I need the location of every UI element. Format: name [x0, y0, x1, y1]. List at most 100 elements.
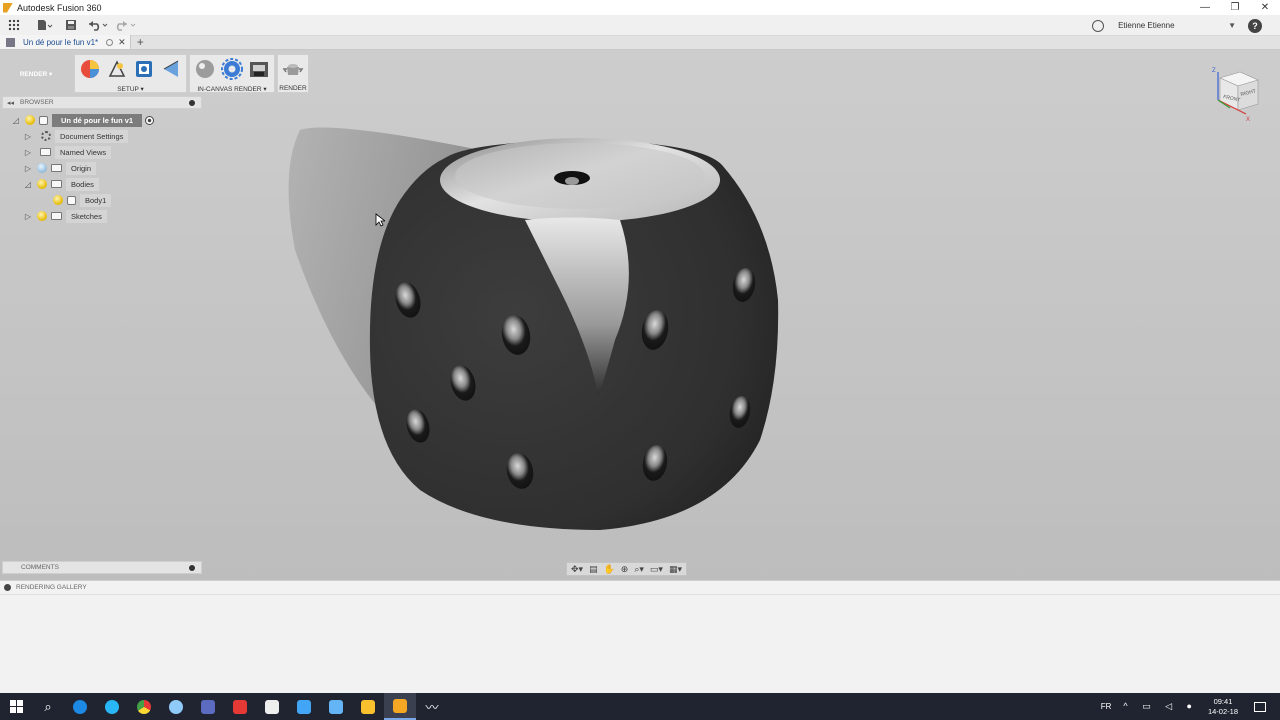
tree-item-origin[interactable]: ▷ Origin [2, 160, 202, 176]
system-tray: FR ^ ▭ ◁ ● 09:41 14-02-18 [1101, 693, 1280, 720]
clock[interactable]: 09:41 14-02-18 [1208, 697, 1238, 717]
close-window-button[interactable]: ✕ [1250, 0, 1280, 15]
visibility-bulb-icon[interactable] [25, 115, 35, 125]
window-title: Autodesk Fusion 360 [17, 2, 102, 13]
texture-map-icon[interactable] [160, 58, 182, 80]
pen-app-icon[interactable]: 〰 [416, 693, 448, 720]
save-button[interactable] [58, 15, 84, 36]
blue-app-icon[interactable] [288, 693, 320, 720]
chrome-icon[interactable] [128, 693, 160, 720]
file-explorer-icon[interactable] [352, 693, 384, 720]
render-group-label[interactable]: RENDER [279, 85, 306, 92]
gear-icon [41, 131, 51, 141]
view-cube[interactable]: FRONT RIGHT Z X [1206, 64, 1266, 124]
tree-item-bodies[interactable]: ◿ Bodies [2, 176, 202, 192]
setup-group-label[interactable]: SETUP ▾ [117, 85, 144, 93]
pin-icon[interactable] [189, 100, 195, 106]
collapsed-triangle-icon[interactable]: ▷ [24, 164, 32, 173]
data-panel-grid-icon[interactable] [8, 19, 20, 31]
visibility-bulb-icon[interactable] [37, 211, 47, 221]
tree-root[interactable]: ◿ Un dé pour le fun v1 [2, 112, 202, 128]
pan-hand-icon[interactable]: ✋ [604, 563, 615, 575]
tree-item-label[interactable]: Origin [66, 161, 97, 175]
maximize-button[interactable]: ❐ [1220, 0, 1250, 15]
in-canvas-render-icon[interactable] [194, 58, 216, 80]
fusion360-taskbar-icon[interactable] [384, 693, 416, 720]
workspace-switcher[interactable]: RENDER ▾ [0, 54, 72, 93]
canvas-viewport[interactable]: RENDER ▾ SETUP ▾ IN-CANVAS RENDER ▾ REND… [0, 50, 1280, 580]
comments-header[interactable]: COMMENTS [2, 561, 202, 574]
decal-icon[interactable] [133, 58, 155, 80]
save-disk-app-icon[interactable] [192, 693, 224, 720]
grid-settings-icon[interactable]: ▦▾ [669, 563, 682, 575]
red-app-icon[interactable] [224, 693, 256, 720]
expanded-triangle-icon[interactable]: ◿ [12, 116, 20, 125]
collapsed-triangle-icon[interactable]: ▷ [24, 148, 32, 157]
tree-root-label[interactable]: Un dé pour le fun v1 [52, 113, 143, 127]
search-icon[interactable]: ⌕ [32, 693, 64, 720]
internet-explorer-icon[interactable] [96, 693, 128, 720]
tree-item-label[interactable]: Sketches [66, 209, 107, 223]
remote-desktop-icon[interactable] [320, 693, 352, 720]
tree-item-sketches[interactable]: ▷ Sketches [2, 208, 202, 224]
user-area: Etienne Etienne ▼ ? [1092, 15, 1280, 36]
tree-item-body1[interactable]: Body1 [2, 192, 202, 208]
save-icon [66, 20, 76, 30]
browser-header[interactable]: ◂◂ BROWSER [2, 96, 202, 109]
gallery-collapse-icon[interactable] [4, 584, 11, 591]
title-bar: Autodesk Fusion 360 — ❐ ✕ [0, 0, 1280, 15]
visibility-bulb-icon[interactable] [37, 179, 47, 189]
chevron-down-icon[interactable]: ▼ [1228, 21, 1236, 30]
calculator-icon[interactable] [256, 693, 288, 720]
render-teapot-icon[interactable] [282, 58, 304, 80]
edge-browser-icon[interactable] [64, 693, 96, 720]
tree-item-label[interactable]: Named Views [55, 145, 112, 159]
ribbon-toolbar: RENDER ▾ SETUP ▾ IN-CANVAS RENDER ▾ REND… [0, 54, 309, 93]
visibility-bulb-off-icon[interactable] [37, 163, 47, 173]
render-settings-gear-icon[interactable] [221, 58, 243, 80]
capture-image-icon[interactable] [248, 58, 270, 80]
user-account-menu[interactable]: Etienne Etienne [1118, 21, 1228, 30]
collapse-panel-icon[interactable]: ◂◂ [7, 99, 14, 107]
job-status-icon[interactable] [1092, 19, 1105, 32]
file-menu-button[interactable] [32, 15, 58, 36]
scene-settings-icon[interactable] [106, 58, 128, 80]
clock-date: 14-02-18 [1207, 706, 1238, 716]
window-controls: — ❐ ✕ [1190, 0, 1280, 15]
display-settings-icon[interactable]: ▭▾ [650, 563, 663, 575]
help-icon[interactable]: ? [1248, 18, 1262, 33]
collapsed-triangle-icon[interactable]: ▷ [24, 212, 32, 221]
collapsed-triangle-icon[interactable]: ▷ [24, 132, 32, 141]
orbit-icon[interactable]: ✥▾ [571, 563, 583, 575]
appearance-icon[interactable] [79, 58, 101, 80]
tree-item-label[interactable]: Body1 [80, 193, 112, 207]
windows-start-icon[interactable] [0, 693, 32, 720]
mail-app-icon[interactable] [160, 693, 192, 720]
expanded-triangle-icon[interactable]: ◿ [24, 180, 32, 189]
redo-button[interactable] [112, 15, 140, 36]
gallery-header[interactable]: RENDERING GALLERY [0, 581, 1280, 595]
tree-item-label[interactable]: Bodies [66, 177, 99, 191]
minimize-button[interactable]: — [1190, 0, 1220, 15]
document-tab[interactable]: Un dé pour le fun v1* ✕ [0, 35, 131, 49]
file-icon [38, 20, 53, 30]
in-canvas-render-group-label[interactable]: IN-CANVAS RENDER ▾ [197, 85, 266, 93]
folder-icon [51, 180, 62, 188]
folder-icon [40, 148, 51, 156]
tree-item-named-views[interactable]: ▷ Named Views [2, 144, 202, 160]
undo-button[interactable] [84, 15, 112, 36]
body-icon [67, 195, 76, 205]
activate-radio-icon[interactable] [145, 115, 155, 125]
zoom-icon[interactable]: ⊕ [621, 563, 629, 575]
notification-icon[interactable] [1254, 701, 1266, 712]
new-tab-button[interactable]: + [137, 35, 144, 49]
tray-icons[interactable]: ^ ▭ ◁ ● [1123, 701, 1198, 712]
language-indicator[interactable]: FR [1101, 702, 1112, 711]
tree-item-document-settings[interactable]: ▷ Document Settings [2, 128, 202, 144]
close-tab-button[interactable]: ✕ [118, 37, 126, 48]
look-at-icon[interactable]: ▤ [589, 563, 598, 575]
visibility-bulb-icon[interactable] [53, 195, 63, 205]
pin-icon[interactable] [189, 565, 195, 571]
tree-item-label[interactable]: Document Settings [55, 129, 129, 143]
fit-zoom-window-icon[interactable]: ⌕▾ [634, 563, 644, 575]
